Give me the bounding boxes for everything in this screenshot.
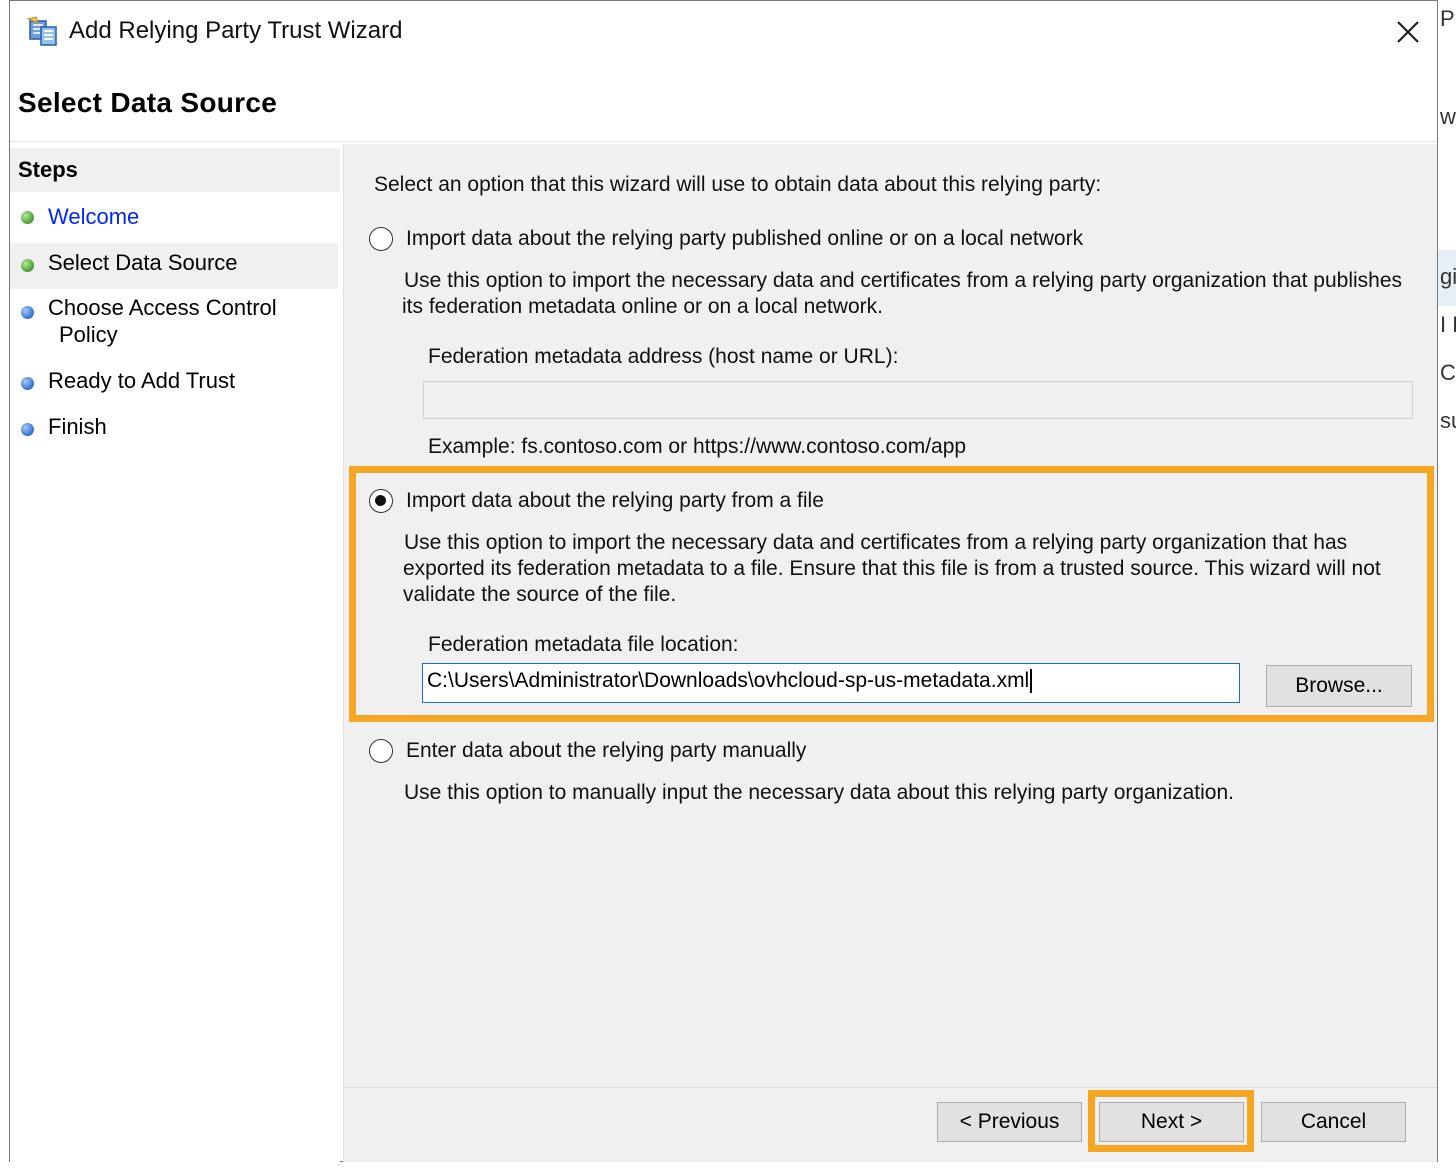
background-text: gi bbox=[1440, 264, 1456, 289]
next-button[interactable]: Next > bbox=[1099, 1102, 1244, 1142]
page-title: Select Data Source bbox=[18, 87, 278, 118]
option-online-description: Use this option to import the necessary … bbox=[404, 269, 1403, 292]
step-finish: Finish bbox=[10, 411, 338, 451]
step-ready-to-add-trust: Ready to Add Trust bbox=[10, 365, 338, 405]
cancel-button[interactable]: Cancel bbox=[1261, 1102, 1406, 1142]
step-label: Ready to Add Trust bbox=[48, 368, 236, 393]
step-welcome[interactable]: Welcome bbox=[10, 194, 338, 240]
step-select-data-source: Select Data Source bbox=[10, 243, 338, 289]
intro-text: Select an option that this wizard will u… bbox=[374, 173, 1102, 196]
metadata-address-input[interactable] bbox=[423, 381, 1413, 419]
step-label: Finish bbox=[48, 414, 107, 439]
option-manual-description: Use this option to manually input the ne… bbox=[404, 781, 1234, 804]
background-text: su bbox=[1440, 408, 1456, 433]
browse-button[interactable]: Browse... bbox=[1266, 665, 1412, 707]
step-pending-icon bbox=[21, 306, 34, 319]
steps-header-label: Steps bbox=[18, 157, 78, 182]
background-text: I F bbox=[1440, 312, 1456, 337]
step-complete-icon bbox=[21, 259, 34, 272]
option-online-description: its federation metadata online or on a l… bbox=[402, 295, 883, 318]
step-label: Choose Access Control bbox=[48, 295, 277, 320]
steps-sidebar: Steps Welcome Select Data Source Choose … bbox=[10, 148, 340, 1162]
background-text: P bbox=[1440, 6, 1455, 31]
step-complete-icon bbox=[21, 211, 34, 224]
metadata-file-path-text: C:\Users\Administrator\Downloads\ovhclou… bbox=[427, 669, 1030, 692]
radio-import-file[interactable] bbox=[369, 489, 393, 513]
step-pending-icon bbox=[21, 423, 34, 436]
close-icon bbox=[1397, 21, 1419, 43]
option-file-description: exported its federation metadata to a fi… bbox=[403, 557, 1381, 580]
relying-party-trust-icon bbox=[26, 15, 60, 49]
option-file-description: validate the source of the file. bbox=[403, 583, 677, 606]
option-online-label[interactable]: Import data about the relying party publ… bbox=[406, 227, 1083, 251]
option-file-description: Use this option to import the necessary … bbox=[404, 531, 1348, 554]
step-label: Policy bbox=[59, 322, 118, 347]
metadata-file-label: Federation metadata file location: bbox=[428, 633, 739, 656]
window-title: Add Relying Party Trust Wizard bbox=[69, 17, 403, 44]
previous-button[interactable]: < Previous bbox=[937, 1102, 1082, 1142]
radio-import-online[interactable] bbox=[369, 227, 393, 251]
background-window: P w gi I F Co su bbox=[1438, 0, 1456, 1168]
step-choose-access-control-policy: Choose Access Control Policy bbox=[10, 290, 338, 354]
metadata-file-value: C:\Users\Administrator\Downloads\ovhclou… bbox=[427, 669, 1032, 694]
metadata-file-input[interactable]: C:\Users\Administrator\Downloads\ovhclou… bbox=[422, 663, 1240, 703]
radio-enter-manually[interactable] bbox=[369, 739, 393, 763]
background-text: Co bbox=[1440, 360, 1456, 385]
steps-header: Steps bbox=[10, 148, 340, 192]
option-manual-label[interactable]: Enter data about the relying party manua… bbox=[406, 739, 806, 763]
step-label: Welcome bbox=[48, 204, 140, 229]
data-source-panel: Select an option that this wizard will u… bbox=[344, 144, 1437, 1087]
text-caret bbox=[1030, 669, 1032, 694]
header-divider bbox=[10, 141, 1437, 142]
wizard-footer: < Previous Next > Cancel bbox=[344, 1087, 1437, 1162]
step-pending-icon bbox=[21, 377, 34, 390]
close-button[interactable] bbox=[1389, 13, 1427, 51]
metadata-address-example: Example: fs.contoso.com or https://www.c… bbox=[428, 435, 967, 458]
option-file-label[interactable]: Import data about the relying party from… bbox=[406, 489, 824, 513]
wizard-dialog: Add Relying Party Trust Wizard Select Da… bbox=[9, 0, 1438, 1163]
background-text: w bbox=[1440, 104, 1456, 129]
title-bar[interactable]: Add Relying Party Trust Wizard bbox=[10, 1, 1437, 65]
metadata-address-label: Federation metadata address (host name o… bbox=[428, 345, 899, 368]
step-label: Select Data Source bbox=[48, 250, 238, 275]
